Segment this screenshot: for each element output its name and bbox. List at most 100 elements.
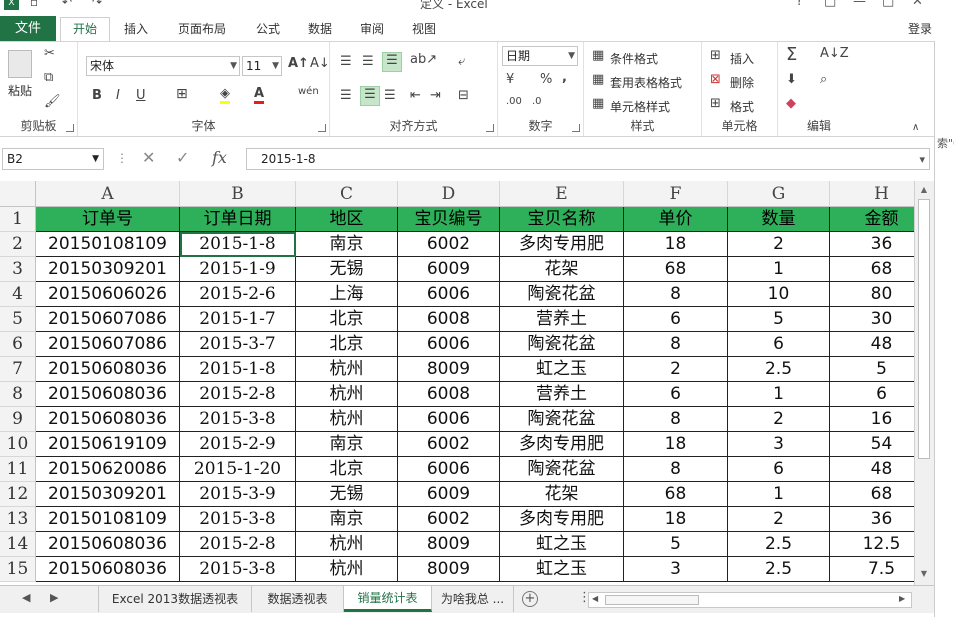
minimize-icon[interactable]: —	[853, 0, 866, 9]
table-cell[interactable]: 6009	[398, 257, 500, 282]
row-header[interactable]: 9	[0, 407, 36, 432]
table-cell[interactable]: 20150608036	[36, 557, 180, 582]
table-cell[interactable]: 2.5	[728, 357, 830, 382]
table-cell[interactable]: 68	[624, 257, 728, 282]
table-cell[interactable]: 南京	[296, 232, 398, 257]
table-cell[interactable]: 20150619109	[36, 432, 180, 457]
table-cell[interactable]: 20150608036	[36, 357, 180, 382]
table-cell[interactable]: 36	[830, 232, 914, 257]
table-cell[interactable]: 2	[624, 357, 728, 382]
table-cell[interactable]: 20150620086	[36, 457, 180, 482]
table-cell[interactable]: 无锡	[296, 257, 398, 282]
help-icon[interactable]: ?	[796, 0, 803, 9]
merge-center-icon[interactable]: ⊟	[458, 88, 469, 103]
sheet-tab-why[interactable]: 为啥我总 ...	[432, 586, 514, 612]
table-cell[interactable]: 多肉专用肥	[500, 432, 624, 457]
scroll-left-icon[interactable]: ◀	[592, 594, 598, 603]
font-size-select[interactable]: 11 ▼	[242, 56, 282, 76]
worksheet-grid[interactable]: A B C D E F G H 1 订单号 订单日期 地区 宝贝编号 宝贝名称 单价 数量 金额 2 2015010…	[0, 181, 914, 585]
table-cell[interactable]: 5	[624, 532, 728, 557]
shrink-font-icon[interactable]: A↓	[310, 56, 330, 71]
clipboard-launcher-icon[interactable]	[66, 124, 74, 132]
table-cell[interactable]: 3	[728, 432, 830, 457]
table-cell[interactable]: 68	[624, 482, 728, 507]
table-cell[interactable]: 20150309201	[36, 257, 180, 282]
table-cell[interactable]: 8009	[398, 557, 500, 582]
table-cell[interactable]: 6006	[398, 407, 500, 432]
scroll-down-icon[interactable]: ▼	[917, 567, 931, 581]
table-cell[interactable]: 南京	[296, 432, 398, 457]
table-header-cell[interactable]: 订单号	[36, 207, 180, 232]
table-cell[interactable]: 2015-2-8	[180, 532, 296, 557]
table-cell[interactable]: 8009	[398, 532, 500, 557]
align-left-icon[interactable]: ☰	[340, 88, 352, 103]
table-cell[interactable]: 2015-3-9	[180, 482, 296, 507]
orientation-icon[interactable]: ab↗	[410, 52, 437, 67]
wrap-text-icon[interactable]: ⤶	[458, 54, 465, 69]
table-cell[interactable]: 6006	[398, 332, 500, 357]
table-cell[interactable]: 2015-3-7	[180, 332, 296, 357]
table-cell[interactable]: 6009	[398, 482, 500, 507]
table-cell[interactable]: 20150607086	[36, 332, 180, 357]
table-header-cell[interactable]: 地区	[296, 207, 398, 232]
table-cell[interactable]: 36	[830, 507, 914, 532]
table-cell[interactable]: 北京	[296, 332, 398, 357]
vertical-scrollbar[interactable]: ▲ ▼	[914, 181, 934, 585]
table-cell[interactable]: 6	[830, 382, 914, 407]
insert-cells-button[interactable]: 插入	[730, 50, 754, 67]
undo-icon[interactable]: ↶	[62, 0, 72, 9]
fill-color-icon[interactable]: ◈	[220, 86, 230, 104]
row-header[interactable]: 7	[0, 357, 36, 382]
table-cell[interactable]: 6	[624, 307, 728, 332]
table-cell[interactable]: 虹之玉	[500, 357, 624, 382]
row-header[interactable]: 10	[0, 432, 36, 457]
table-cell[interactable]: 杭州	[296, 407, 398, 432]
cell-styles-button[interactable]: 单元格样式	[610, 98, 670, 115]
row-header[interactable]: 12	[0, 482, 36, 507]
table-cell[interactable]: 2	[728, 232, 830, 257]
row-header[interactable]: 3	[0, 257, 36, 282]
table-cell[interactable]: 2.5	[728, 532, 830, 557]
table-cell[interactable]: 南京	[296, 507, 398, 532]
table-header-cell[interactable]: 订单日期	[180, 207, 296, 232]
table-cell[interactable]: 6006	[398, 457, 500, 482]
table-cell[interactable]: 2.5	[728, 557, 830, 582]
table-cell[interactable]: 18	[624, 232, 728, 257]
table-cell[interactable]: 多肉专用肥	[500, 507, 624, 532]
column-header[interactable]: E	[500, 181, 624, 207]
table-cell[interactable]: 花架	[500, 482, 624, 507]
horizontal-scrollbar-thumb[interactable]	[605, 595, 699, 605]
table-cell[interactable]: 20150108109	[36, 232, 180, 257]
align-center-icon[interactable]: ☰	[360, 86, 380, 106]
table-cell[interactable]: 6002	[398, 432, 500, 457]
name-box[interactable]: B2 ▼	[2, 148, 104, 170]
table-cell[interactable]: 2015-1-8	[180, 357, 296, 382]
clear-icon[interactable]: ◆	[786, 96, 796, 111]
tab-home[interactable]: 开始	[60, 17, 110, 43]
table-cell[interactable]: 杭州	[296, 357, 398, 382]
border-icon[interactable]: ⊞	[176, 86, 188, 102]
paste-icon[interactable]	[8, 50, 32, 78]
paste-button[interactable]: 粘贴	[8, 82, 32, 99]
sort-filter-icon[interactable]: A↓Z	[820, 46, 849, 61]
table-cell[interactable]: 1	[728, 382, 830, 407]
table-cell[interactable]: 12.5	[830, 532, 914, 557]
row-header[interactable]: 11	[0, 457, 36, 482]
table-cell[interactable]: 1	[728, 257, 830, 282]
table-cell[interactable]: 80	[830, 282, 914, 307]
table-cell[interactable]: 6	[728, 332, 830, 357]
table-cell[interactable]: 8009	[398, 357, 500, 382]
table-cell[interactable]: 1	[728, 482, 830, 507]
table-cell[interactable]: 5	[830, 357, 914, 382]
table-cell[interactable]: 8	[624, 457, 728, 482]
copy-icon[interactable]: ⧉	[44, 70, 53, 85]
table-cell[interactable]: 20150607086	[36, 307, 180, 332]
phonetic-icon[interactable]: wén	[298, 86, 319, 97]
table-cell[interactable]: 10	[728, 282, 830, 307]
row-header[interactable]: 4	[0, 282, 36, 307]
alignment-launcher-icon[interactable]	[486, 124, 494, 132]
table-cell[interactable]: 2	[728, 407, 830, 432]
table-header-cell[interactable]: 宝贝名称	[500, 207, 624, 232]
table-header-cell[interactable]: 宝贝编号	[398, 207, 500, 232]
prev-sheet-icon[interactable]: ◀	[22, 591, 30, 604]
